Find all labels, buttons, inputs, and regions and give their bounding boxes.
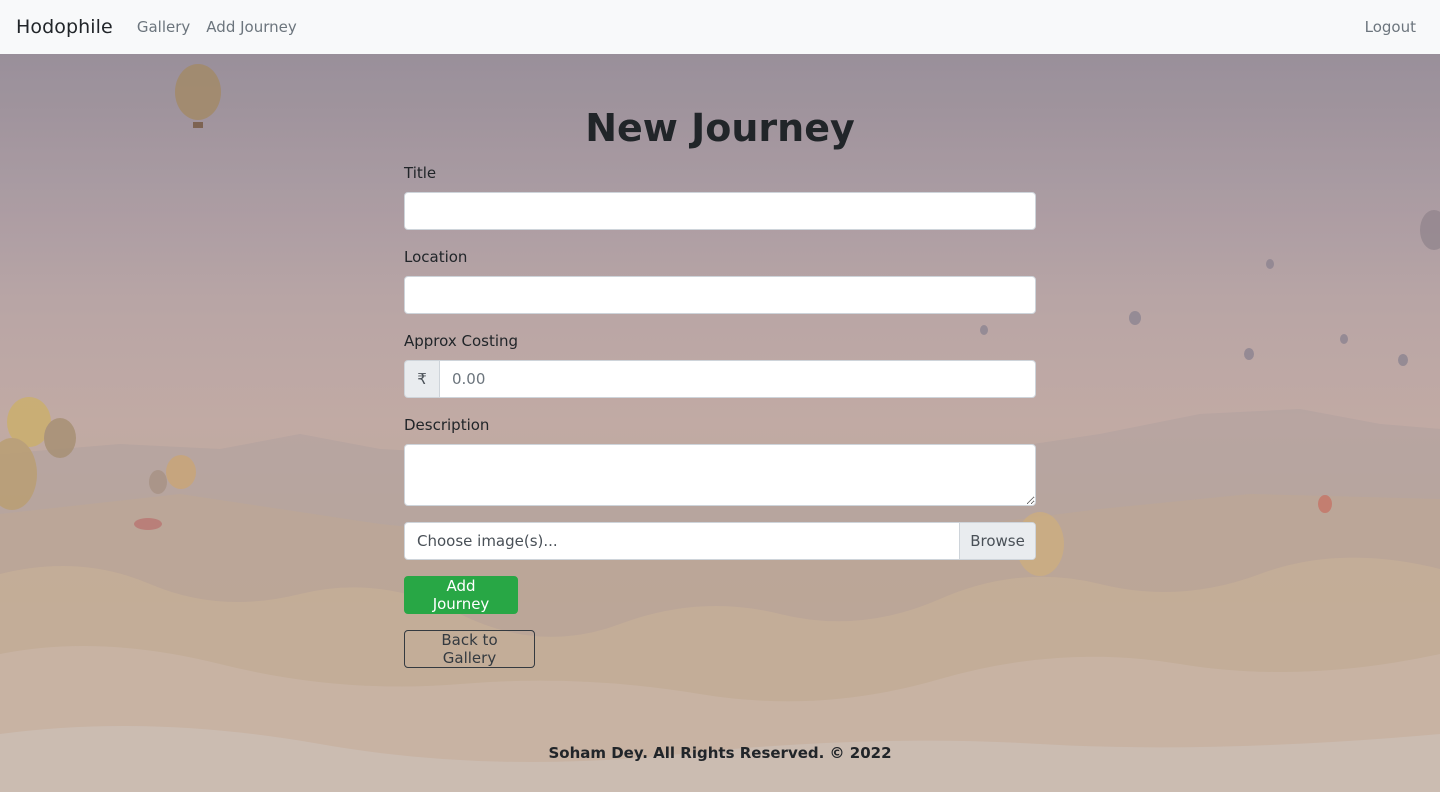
nav-link-add-journey[interactable]: Add Journey: [206, 18, 296, 36]
cost-input[interactable]: [439, 360, 1036, 398]
title-label: Title: [404, 164, 437, 182]
title-group: Title: [404, 162, 1036, 230]
back-to-gallery-button[interactable]: Back to Gallery: [404, 630, 535, 668]
new-journey-form: New Journey Title Location Approx Costin…: [404, 100, 1036, 668]
page-title: New Journey: [585, 106, 855, 150]
title-input[interactable]: [404, 192, 1036, 230]
cost-input-group: ₹: [404, 360, 1036, 398]
nav-link-gallery[interactable]: Gallery: [137, 18, 190, 36]
browse-button[interactable]: Browse: [959, 523, 1035, 559]
image-file-input[interactable]: Choose image(s)... Browse: [404, 522, 1036, 560]
location-input[interactable]: [404, 276, 1036, 314]
location-group: Location: [404, 246, 1036, 314]
description-label: Description: [404, 416, 490, 434]
cost-label: Approx Costing: [404, 332, 519, 350]
brand-link[interactable]: Hodophile: [16, 16, 113, 38]
navbar: Hodophile Gallery Add Journey Logout: [0, 0, 1440, 54]
logout-link[interactable]: Logout: [1365, 18, 1416, 36]
file-input-label: Choose image(s)...: [417, 532, 558, 550]
description-group: Description: [404, 414, 1036, 506]
location-label: Location: [404, 248, 468, 266]
footer-copyright: Soham Dey. All Rights Reserved. © 2022: [548, 744, 892, 762]
cost-group: Approx Costing ₹: [404, 330, 1036, 398]
rupee-icon: ₹: [404, 360, 439, 398]
description-textarea[interactable]: [404, 444, 1036, 506]
add-journey-button[interactable]: Add Journey: [404, 576, 518, 614]
